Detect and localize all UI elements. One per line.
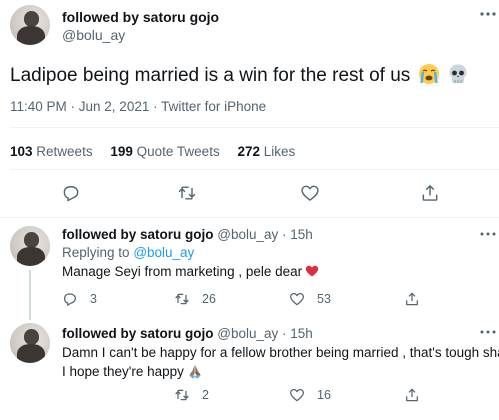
- replying-to-handle[interactable]: @bolu_ay: [133, 245, 194, 260]
- tweet-actions: [0, 183, 499, 203]
- reply-text-line-1: Damn I can't be happy for a fellow broth…: [62, 345, 499, 360]
- reply-action[interactable]: 3: [62, 290, 97, 308]
- more-options-icon[interactable]: [478, 6, 498, 22]
- likes-stat[interactable]: 272 Likes: [237, 144, 295, 159]
- tweet-body: Ladipoe being married is a win for the r…: [10, 65, 411, 86]
- main-tweet: followed by satoru gojo @bolu_ay Ladipoe…: [0, 0, 499, 218]
- reply-tweet[interactable]: followed by satoru gojo @bolu_ay · 15h D…: [0, 318, 499, 420]
- avatar[interactable]: [10, 5, 50, 45]
- tweet-stats: 103 Retweets 199 Quote Tweets 272 Likes: [10, 144, 309, 159]
- retweet-count: 2: [202, 388, 209, 402]
- like-icon: [290, 293, 304, 306]
- handle-time[interactable]: @bolu_ay · 15h: [217, 326, 313, 341]
- share-action[interactable]: [404, 386, 432, 404]
- retweet-action[interactable]: 2: [174, 386, 209, 404]
- replying-to: Replying to @bolu_ay: [62, 245, 195, 260]
- divider: [10, 169, 499, 170]
- reply-count: 3: [90, 292, 97, 306]
- like-count: 16: [317, 388, 331, 402]
- tweet-timestamp[interactable]: 11:40 PM · Jun 2, 2021 · Twitter for iPh…: [10, 99, 266, 114]
- author-name[interactable]: followed by satoru gojo: [62, 326, 214, 341]
- share-action[interactable]: [404, 290, 432, 308]
- author-handle[interactable]: @bolu_ay: [62, 27, 125, 43]
- handle-time[interactable]: @bolu_ay · 15h: [217, 227, 313, 242]
- more-options-icon[interactable]: [478, 324, 498, 340]
- retweet-count: 26: [202, 292, 216, 306]
- like-action[interactable]: 16: [289, 386, 331, 404]
- more-options-icon[interactable]: [478, 226, 498, 242]
- loudly-crying-face-icon: [418, 63, 440, 85]
- retweet-icon[interactable]: [177, 183, 197, 203]
- retweet-action[interactable]: 26: [174, 290, 216, 308]
- reply-tweet[interactable]: followed by satoru gojo @bolu_ay · 15h R…: [0, 218, 499, 320]
- thread-line: [29, 270, 31, 320]
- tweet-text: Ladipoe being married is a win for the r…: [10, 63, 469, 88]
- like-action[interactable]: 53: [289, 290, 331, 308]
- retweet-icon: [175, 389, 189, 401]
- reply-text-line-2: I hope they're happy: [62, 363, 203, 379]
- reply-text: Manage Seyi from marketing , pele dear: [62, 264, 319, 279]
- avatar[interactable]: [10, 226, 50, 266]
- like-icon: [290, 389, 304, 402]
- reply-icon: [64, 293, 76, 307]
- skull-icon: [447, 63, 469, 85]
- divider: [10, 127, 499, 128]
- like-icon[interactable]: [300, 183, 320, 203]
- share-icon: [406, 292, 418, 306]
- reply-header: followed by satoru gojo @bolu_ay · 15h: [62, 227, 313, 242]
- quote-tweets-stat[interactable]: 199 Quote Tweets: [110, 144, 219, 159]
- retweets-stat[interactable]: 103 Retweets: [10, 144, 93, 159]
- reply-icon[interactable]: [61, 183, 81, 203]
- like-count: 53: [317, 292, 331, 306]
- share-icon: [406, 388, 418, 402]
- red-heart-icon: [305, 264, 319, 278]
- author-name[interactable]: followed by satoru gojo: [62, 9, 219, 25]
- folded-hands-icon: [187, 363, 203, 379]
- avatar[interactable]: [10, 323, 50, 363]
- share-icon[interactable]: [420, 183, 440, 203]
- reply-header: followed by satoru gojo @bolu_ay · 15h: [62, 326, 313, 341]
- author-name[interactable]: followed by satoru gojo: [62, 227, 214, 242]
- retweet-icon: [175, 293, 189, 305]
